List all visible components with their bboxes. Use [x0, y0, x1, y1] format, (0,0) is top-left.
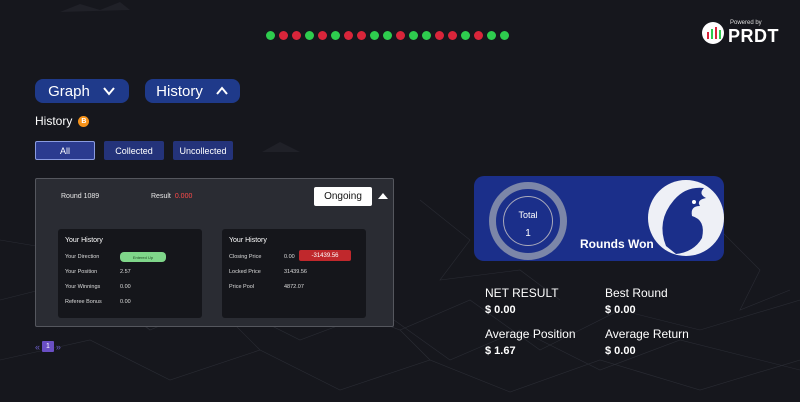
locked-price-label: Locked Price [229, 269, 261, 275]
locked-price-value: 31439.56 [284, 269, 307, 275]
history-dropdown-button[interactable]: History [145, 79, 240, 103]
winnings-label: Your Winnings [65, 284, 101, 290]
streak-dot-green [331, 31, 340, 40]
pagination: « 1 » [35, 341, 61, 352]
result-value: 0.000 [174, 193, 193, 200]
next-page-button[interactable]: » [56, 342, 61, 352]
bitcoin-icon: B [78, 115, 90, 127]
total-ring: Total 1 [489, 182, 567, 260]
net-result-label: NET RESULT [485, 286, 559, 300]
round-streak-dots [266, 31, 509, 40]
prev-page-button[interactable]: « [35, 342, 40, 352]
streak-dot-red [396, 31, 405, 40]
price-pool-label: Price Pool [229, 284, 255, 290]
average-position-value: $ 1.67 [485, 345, 516, 357]
dragon-mascot-icon [648, 180, 724, 256]
closing-price-label: Closing Price [229, 254, 262, 260]
streak-dot-green [422, 31, 431, 40]
average-position-label: Average Position [485, 327, 576, 341]
price-history-card: Your History Closing Price 0.00 -31439.5… [222, 229, 366, 318]
streak-dot-green [500, 31, 509, 40]
streak-dot-green [305, 31, 314, 40]
page-number-button[interactable]: 1 [42, 341, 54, 352]
powered-by-prdt-logo: Powered by PRDT [700, 18, 790, 48]
history-heading: History B [35, 114, 90, 128]
streak-dot-red [357, 31, 366, 40]
your-history-card: Your History Your Direction Entered Up Y… [58, 229, 202, 318]
closing-price-value: 0.00 [284, 254, 295, 260]
streak-dot-green [266, 31, 275, 40]
rounds-won-banner: Total 1 Rounds Won [474, 176, 724, 261]
history-toggle-label: History [156, 82, 203, 100]
filter-uncollected-button[interactable]: Uncollected [173, 141, 233, 160]
streak-dot-red [344, 31, 353, 40]
streak-dot-red [474, 31, 483, 40]
collapse-caret-icon[interactable] [378, 193, 388, 199]
streak-dot-green [461, 31, 470, 40]
round-card: Round 1089 Result 0.000 Ongoing Your Hist… [35, 178, 394, 327]
streak-dot-red [435, 31, 444, 40]
streak-dot-red [448, 31, 457, 40]
streak-dot-red [292, 31, 301, 40]
streak-dot-red [279, 31, 288, 40]
round-title: Round 1089 [61, 193, 100, 200]
direction-label: Your Direction [65, 254, 100, 260]
round-result: Result 0.000 [151, 193, 192, 200]
streak-dot-green [487, 31, 496, 40]
average-return-value: $ 0.00 [605, 345, 636, 357]
status-badge: Ongoing [314, 187, 372, 206]
result-label: Result [151, 193, 171, 200]
net-result-value: $ 0.00 [485, 304, 516, 316]
history-title: History [35, 114, 73, 128]
price-history-title: Your History [229, 237, 267, 244]
chevron-up-icon [216, 86, 228, 95]
direction-badge: Entered Up [120, 252, 166, 262]
graph-dropdown-button[interactable]: Graph [35, 79, 129, 103]
best-round-value: $ 0.00 [605, 304, 636, 316]
streak-dot-green [370, 31, 379, 40]
winnings-value: 0.00 [120, 284, 131, 290]
position-value: 2.57 [120, 269, 131, 275]
referee-label: Referee Bonus [65, 299, 102, 305]
rounds-won-label: Rounds Won [580, 237, 654, 251]
streak-dot-green [409, 31, 418, 40]
total-label: Total [518, 210, 538, 220]
streak-dot-green [383, 31, 392, 40]
position-label: Your Position [65, 269, 98, 275]
best-round-label: Best Round [605, 286, 668, 300]
graph-label: Graph [48, 82, 90, 100]
filter-all-button[interactable]: All [35, 141, 95, 160]
streak-dot-red [318, 31, 327, 40]
average-return-label: Average Return [605, 327, 689, 341]
brand-name: PRDT [728, 26, 779, 46]
filter-collected-button[interactable]: Collected [104, 141, 164, 160]
closing-change-badge: -31439.56 [299, 250, 351, 261]
chevron-down-icon [103, 87, 115, 96]
total-value: 1 [525, 228, 531, 239]
referee-value: 0.00 [120, 299, 131, 305]
price-pool-value: 4872.07 [284, 284, 304, 290]
your-history-title: Your History [65, 237, 103, 244]
prdt-logo-icon [702, 22, 724, 44]
